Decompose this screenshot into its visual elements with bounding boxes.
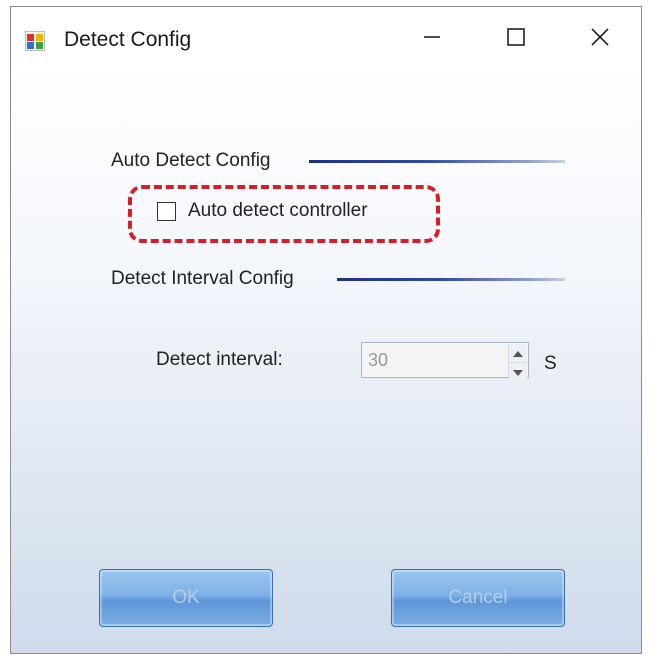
minimize-icon	[422, 27, 442, 52]
close-button[interactable]	[577, 19, 623, 59]
detect-interval-spinbox[interactable]: 30	[361, 342, 529, 381]
arrow-down-icon	[513, 363, 523, 381]
checkbox-box[interactable]	[157, 201, 176, 221]
minimize-button[interactable]	[409, 19, 455, 59]
dialog-body: Auto Detect Config Auto detect controlle…	[11, 69, 641, 653]
auto-detect-controller-checkbox[interactable]: Auto detect controller	[157, 199, 368, 223]
cancel-button[interactable]: Cancel	[391, 569, 565, 627]
app-window-icon	[24, 30, 46, 52]
auto-detect-section-label: Auto Detect Config	[111, 150, 271, 171]
arrow-up-icon	[513, 344, 523, 362]
interval-section-label: Detect Interval Config	[111, 268, 294, 289]
detect-interval-label: Detect interval:	[156, 349, 283, 370]
auto-detect-section-divider	[309, 160, 565, 163]
cancel-button-label: Cancel	[448, 587, 508, 608]
interval-unit-label: S	[544, 353, 557, 374]
maximize-button[interactable]	[493, 19, 539, 59]
spin-up-button[interactable]	[509, 344, 527, 363]
detect-config-dialog: Detect Config Auto Detect Config Auto de…	[10, 6, 642, 654]
window-title: Detect Config	[64, 28, 192, 51]
ok-button-label: OK	[172, 587, 200, 608]
detect-interval-value[interactable]: 30	[368, 349, 388, 371]
interval-section-divider	[337, 278, 565, 281]
spin-down-button[interactable]	[509, 363, 527, 381]
close-icon	[590, 27, 610, 52]
maximize-icon	[506, 27, 526, 52]
checkbox-label: Auto detect controller	[188, 200, 368, 221]
spin-buttons	[508, 344, 527, 381]
title-bar[interactable]: Detect Config	[11, 7, 641, 69]
ok-button[interactable]: OK	[99, 569, 273, 627]
